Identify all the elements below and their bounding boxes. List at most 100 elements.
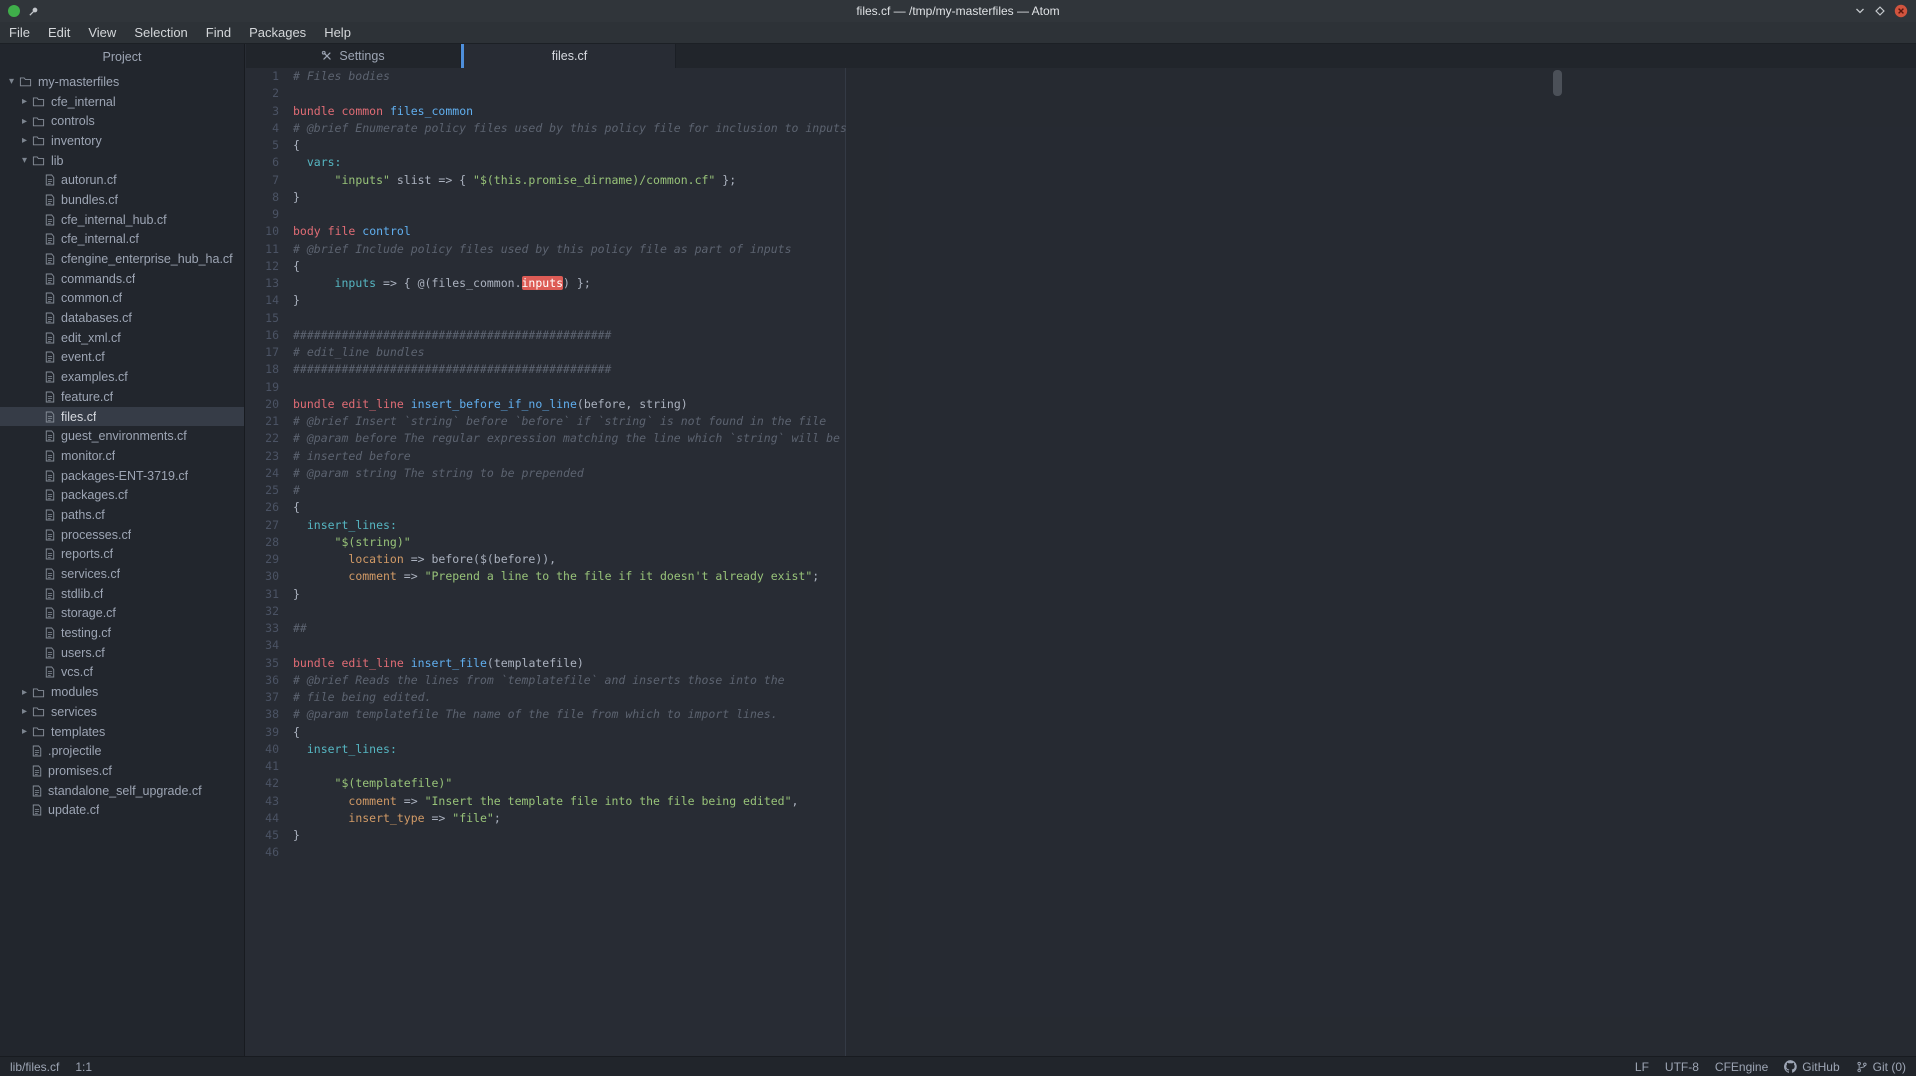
gutter: 1234567891011121314151617181920212223242… [246,68,279,862]
tree-folder-inventory[interactable]: ▸inventory [0,131,244,151]
tree-file-event.cf[interactable]: event.cf [0,348,244,368]
chevron-right-icon[interactable]: ▸ [18,706,31,717]
status-encoding[interactable]: UTF-8 [1665,1060,1699,1074]
file-icon [45,489,55,501]
tree-file-databases.cf[interactable]: databases.cf [0,308,244,328]
code-line: # @param string The string to be prepend… [293,465,1916,482]
status-line-ending[interactable]: LF [1635,1060,1649,1074]
maximize-diamond-icon[interactable] [1874,5,1886,17]
menu-selection[interactable]: Selection [125,22,196,44]
line-number: 24 [246,465,279,482]
tree-file-common.cf[interactable]: common.cf [0,289,244,309]
tree-folder-modules[interactable]: ▸modules [0,682,244,702]
code-token: } [293,587,300,601]
tree-item-label: guest_environments.cf [61,429,187,443]
tree-folder-my-masterfiles[interactable]: ▾my-masterfiles [0,72,244,92]
chevron-right-icon[interactable]: ▸ [18,726,31,737]
code-line [293,85,1916,102]
menu-file[interactable]: File [0,22,39,44]
tree-file-standalone_self_upgrade.cf[interactable]: standalone_self_upgrade.cf [0,781,244,801]
status-git-status[interactable]: Git (0) [1856,1060,1906,1074]
menu-help[interactable]: Help [315,22,360,44]
status-grammar[interactable]: CFEngine [1715,1060,1768,1074]
pin-icon[interactable] [28,6,39,17]
tree-folder-controls[interactable]: ▸controls [0,111,244,131]
tree-file-packages.cf[interactable]: packages.cf [0,485,244,505]
tree-file-testing.cf[interactable]: testing.cf [0,623,244,643]
menu-edit[interactable]: Edit [39,22,79,44]
scrollbar-thumb[interactable] [1553,70,1562,96]
text-editor[interactable]: 1234567891011121314151617181920212223242… [246,68,1916,1056]
status-file-path[interactable]: lib/files.cf [10,1060,59,1074]
tab-settings[interactable]: Settings [246,44,461,68]
tree-file-commands.cf[interactable]: commands.cf [0,269,244,289]
code-token: "file" [452,811,494,825]
tree-file-files.cf[interactable]: files.cf [0,407,244,427]
menu-view[interactable]: View [79,22,125,44]
tree-file-cfe_internal_hub.cf[interactable]: cfe_internal_hub.cf [0,210,244,230]
tree-file-guest_environments.cf[interactable]: guest_environments.cf [0,426,244,446]
tree-file-examples.cf[interactable]: examples.cf [0,367,244,387]
tree-folder-cfe_internal[interactable]: ▸cfe_internal [0,92,244,112]
line-number: 37 [246,689,279,706]
code-token: # [293,483,300,497]
line-number: 33 [246,620,279,637]
tree-file-cfe_internal.cf[interactable]: cfe_internal.cf [0,230,244,250]
menu-find[interactable]: Find [197,22,240,44]
tree-file-bundles.cf[interactable]: bundles.cf [0,190,244,210]
atom-app-icon[interactable] [8,5,20,17]
tree-file-promises.cf[interactable]: promises.cf [0,761,244,781]
shade-chevron-down-icon[interactable] [1854,5,1866,17]
code-token: vars: [307,155,342,169]
tree-file-.projectile[interactable]: .projectile [0,741,244,761]
tree-file-services.cf[interactable]: services.cf [0,564,244,584]
tree-folder-services[interactable]: ▸services [0,702,244,722]
tab-files.cf[interactable]: files.cf [461,44,676,68]
tree-file-processes.cf[interactable]: processes.cf [0,525,244,545]
chevron-down-icon[interactable]: ▾ [5,76,18,87]
code-line: "$(string)" [293,534,1916,551]
search-match-highlight: inputs [522,276,564,290]
chevron-right-icon[interactable]: ▸ [18,96,31,107]
code-line: comment => "Prepend a line to the file i… [293,568,1916,585]
tree-file-autorun.cf[interactable]: autorun.cf [0,170,244,190]
code-token: # file being edited. [293,690,431,704]
tree-file-feature.cf[interactable]: feature.cf [0,387,244,407]
code-line: "$(templatefile)" [293,775,1916,792]
status-github[interactable]: GitHub [1784,1060,1839,1074]
line-number: 43 [246,793,279,810]
line-number: 10 [246,223,279,240]
code-line: insert_lines: [293,741,1916,758]
chevron-right-icon[interactable]: ▸ [18,135,31,146]
tree-file-paths.cf[interactable]: paths.cf [0,505,244,525]
status-label: GitHub [1802,1060,1839,1074]
file-icon [45,568,55,580]
chevron-right-icon[interactable]: ▸ [18,116,31,127]
tree-file-users.cf[interactable]: users.cf [0,643,244,663]
tree-file-cfengine_enterprise_hub_ha.cf[interactable]: cfengine_enterprise_hub_ha.cf [0,249,244,269]
chevron-right-icon[interactable]: ▸ [18,687,31,698]
line-number: 31 [246,586,279,603]
chevron-down-icon[interactable]: ▾ [18,155,31,166]
tree-file-packages-ENT-3719.cf[interactable]: packages-ENT-3719.cf [0,466,244,486]
tree-file-update.cf[interactable]: update.cf [0,800,244,820]
tree-item-label: monitor.cf [61,449,115,463]
github-icon [1784,1060,1797,1073]
tree-file-vcs.cf[interactable]: vcs.cf [0,663,244,683]
tree-file-edit_xml.cf[interactable]: edit_xml.cf [0,328,244,348]
tab-bar: Settingsfiles.cf [246,44,1916,68]
code-area[interactable]: # Files bodiesbundle common files_common… [293,68,1916,862]
tree-file-stdlib.cf[interactable]: stdlib.cf [0,584,244,604]
code-line: } [293,827,1916,844]
code-token: } [293,190,300,204]
tree-file-monitor.cf[interactable]: monitor.cf [0,446,244,466]
status-cursor-position[interactable]: 1:1 [75,1060,92,1074]
tree-folder-templates[interactable]: ▸templates [0,722,244,742]
tree-file-reports.cf[interactable]: reports.cf [0,545,244,565]
menu-packages[interactable]: Packages [240,22,315,44]
code-token: , [792,794,799,808]
tree-folder-lib[interactable]: ▾lib [0,151,244,171]
code-line: { [293,137,1916,154]
close-icon[interactable] [1894,4,1908,18]
tree-file-storage.cf[interactable]: storage.cf [0,604,244,624]
